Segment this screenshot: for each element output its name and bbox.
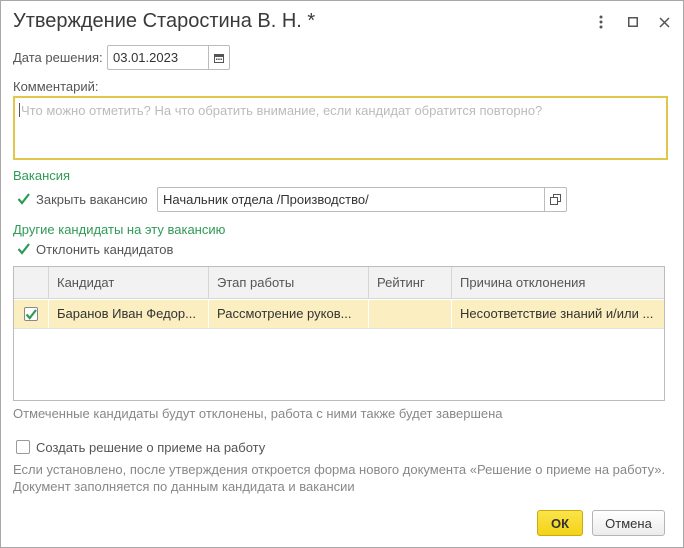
create-hire-checkbox[interactable]	[16, 440, 30, 454]
header-stage[interactable]: Этап работы	[209, 267, 369, 299]
more-icon[interactable]	[590, 11, 612, 33]
maximize-icon[interactable]	[622, 11, 644, 33]
other-candidates-section-title: Другие кандидаты на эту вакансию	[13, 222, 226, 237]
calendar-icon	[214, 53, 224, 63]
text-caret	[19, 103, 20, 117]
close-vacancy-checkbox[interactable]	[16, 192, 30, 206]
checkmark-icon	[17, 193, 30, 205]
ok-button[interactable]: ОК	[537, 510, 583, 536]
comment-field[interactable]: Что можно отметить? На что обратить вним…	[13, 96, 668, 160]
header-rating[interactable]: Рейтинг	[369, 267, 452, 299]
header-check-column	[14, 267, 49, 299]
row-divider	[14, 328, 664, 329]
table-row[interactable]: Баранов Иван Федор... Рассмотрение руков…	[14, 300, 664, 328]
reject-candidates-checkbox[interactable]	[16, 242, 30, 256]
comment-label: Комментарий:	[13, 79, 99, 94]
decision-date-label: Дата решения:	[13, 50, 103, 65]
hire-note-line1: Если установлено, после утверждения откр…	[13, 462, 666, 477]
decision-date-field[interactable]: 03.01.2023	[107, 45, 209, 70]
cell-reject-reason[interactable]: Несоответствие знаний и/или ...	[452, 300, 664, 328]
calendar-button[interactable]	[208, 45, 230, 70]
cell-stage[interactable]: Рассмотрение руков...	[209, 300, 369, 328]
row-checkbox[interactable]	[24, 307, 38, 321]
row-check-cell[interactable]	[14, 300, 49, 328]
window-title: Утверждение Старостина В. Н. *	[13, 10, 316, 32]
cancel-button[interactable]: Отмена	[592, 510, 665, 536]
header-reject-reason[interactable]: Причина отклонения	[452, 267, 664, 299]
candidates-table[interactable]: Кандидат Этап работы Рейтинг Причина отк…	[13, 266, 665, 401]
vacancy-section-title: Вакансия	[13, 168, 71, 183]
close-vacancy-label[interactable]: Закрыть вакансию	[36, 192, 148, 207]
table-header: Кандидат Этап работы Рейтинг Причина отк…	[14, 267, 664, 299]
reject-candidates-label[interactable]: Отклонить кандидатов	[36, 242, 173, 257]
rejected-note: Отмеченные кандидаты будут отклонены, ра…	[13, 406, 503, 421]
create-hire-label[interactable]: Создать решение о приеме на работу	[36, 440, 265, 455]
dialog-window: Утверждение Старостина В. Н. * Дата реше…	[0, 0, 684, 548]
checkmark-icon	[17, 243, 30, 255]
checkmark-icon	[25, 308, 37, 320]
vacancy-field[interactable]: Начальник отдела /Производство/	[157, 187, 545, 212]
open-vacancy-button[interactable]	[544, 187, 567, 212]
header-candidate[interactable]: Кандидат	[49, 267, 209, 299]
close-icon[interactable]	[653, 11, 675, 33]
hire-note-line2: Документ заполняется по данным кандидата…	[13, 479, 355, 494]
cell-rating[interactable]	[369, 300, 452, 328]
comment-placeholder: Что можно отметить? На что обратить вним…	[21, 103, 543, 118]
open-form-icon	[550, 194, 561, 205]
cell-candidate[interactable]: Баранов Иван Федор...	[49, 300, 209, 328]
